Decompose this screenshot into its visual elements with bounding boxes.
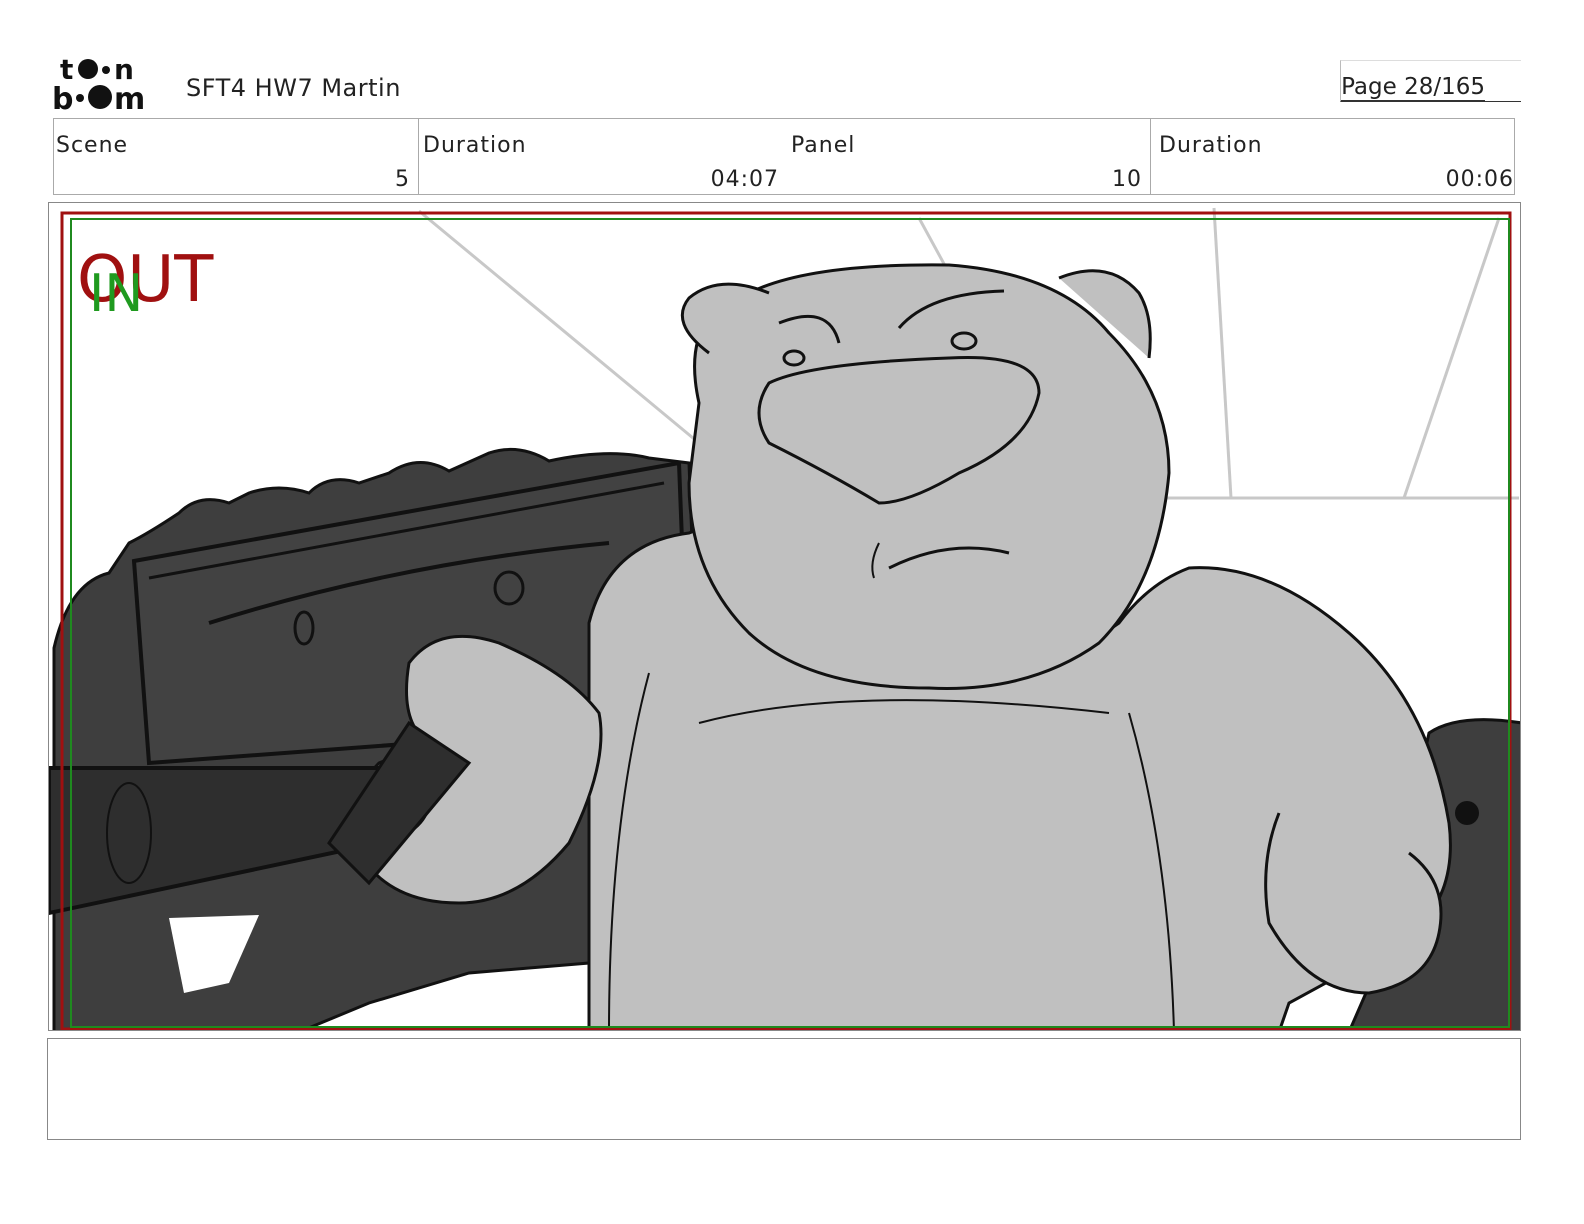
scene-label: Scene xyxy=(56,133,129,158)
project-title: SFT4 HW7 Martin xyxy=(186,74,401,102)
in-marker: IN xyxy=(89,264,143,324)
panel-label: Panel xyxy=(791,133,856,158)
panel-duration-cell: Duration 00:06 xyxy=(1151,119,1514,194)
panel-notes-box[interactable] xyxy=(47,1038,1521,1140)
storyboard-panel: OUT IN xyxy=(48,202,1521,1031)
toonboom-logo: t n b m xyxy=(52,53,145,112)
scene-value: 5 xyxy=(395,167,410,192)
scene-cell: Scene 5 xyxy=(54,119,419,194)
info-table: Scene 5 Duration 04:07 Panel 10 Duration… xyxy=(53,118,1515,195)
panel-cell: Panel 10 xyxy=(787,119,1151,194)
scene-duration-label: Duration xyxy=(423,133,527,158)
svg-text:m: m xyxy=(114,82,145,112)
panel-value: 10 xyxy=(1112,167,1142,192)
panel-duration-value: 00:06 xyxy=(1445,167,1514,192)
panel-drawing: OUT IN xyxy=(49,207,1520,1030)
panel-duration-label: Duration xyxy=(1159,133,1263,158)
scene-duration-value: 04:07 xyxy=(710,167,779,192)
page-number-box: Page 28/165 xyxy=(1340,60,1521,102)
page-number: Page 28/165 xyxy=(1341,74,1485,101)
svg-text:b: b xyxy=(52,82,73,112)
scene-duration-cell: Duration 04:07 xyxy=(419,119,787,194)
